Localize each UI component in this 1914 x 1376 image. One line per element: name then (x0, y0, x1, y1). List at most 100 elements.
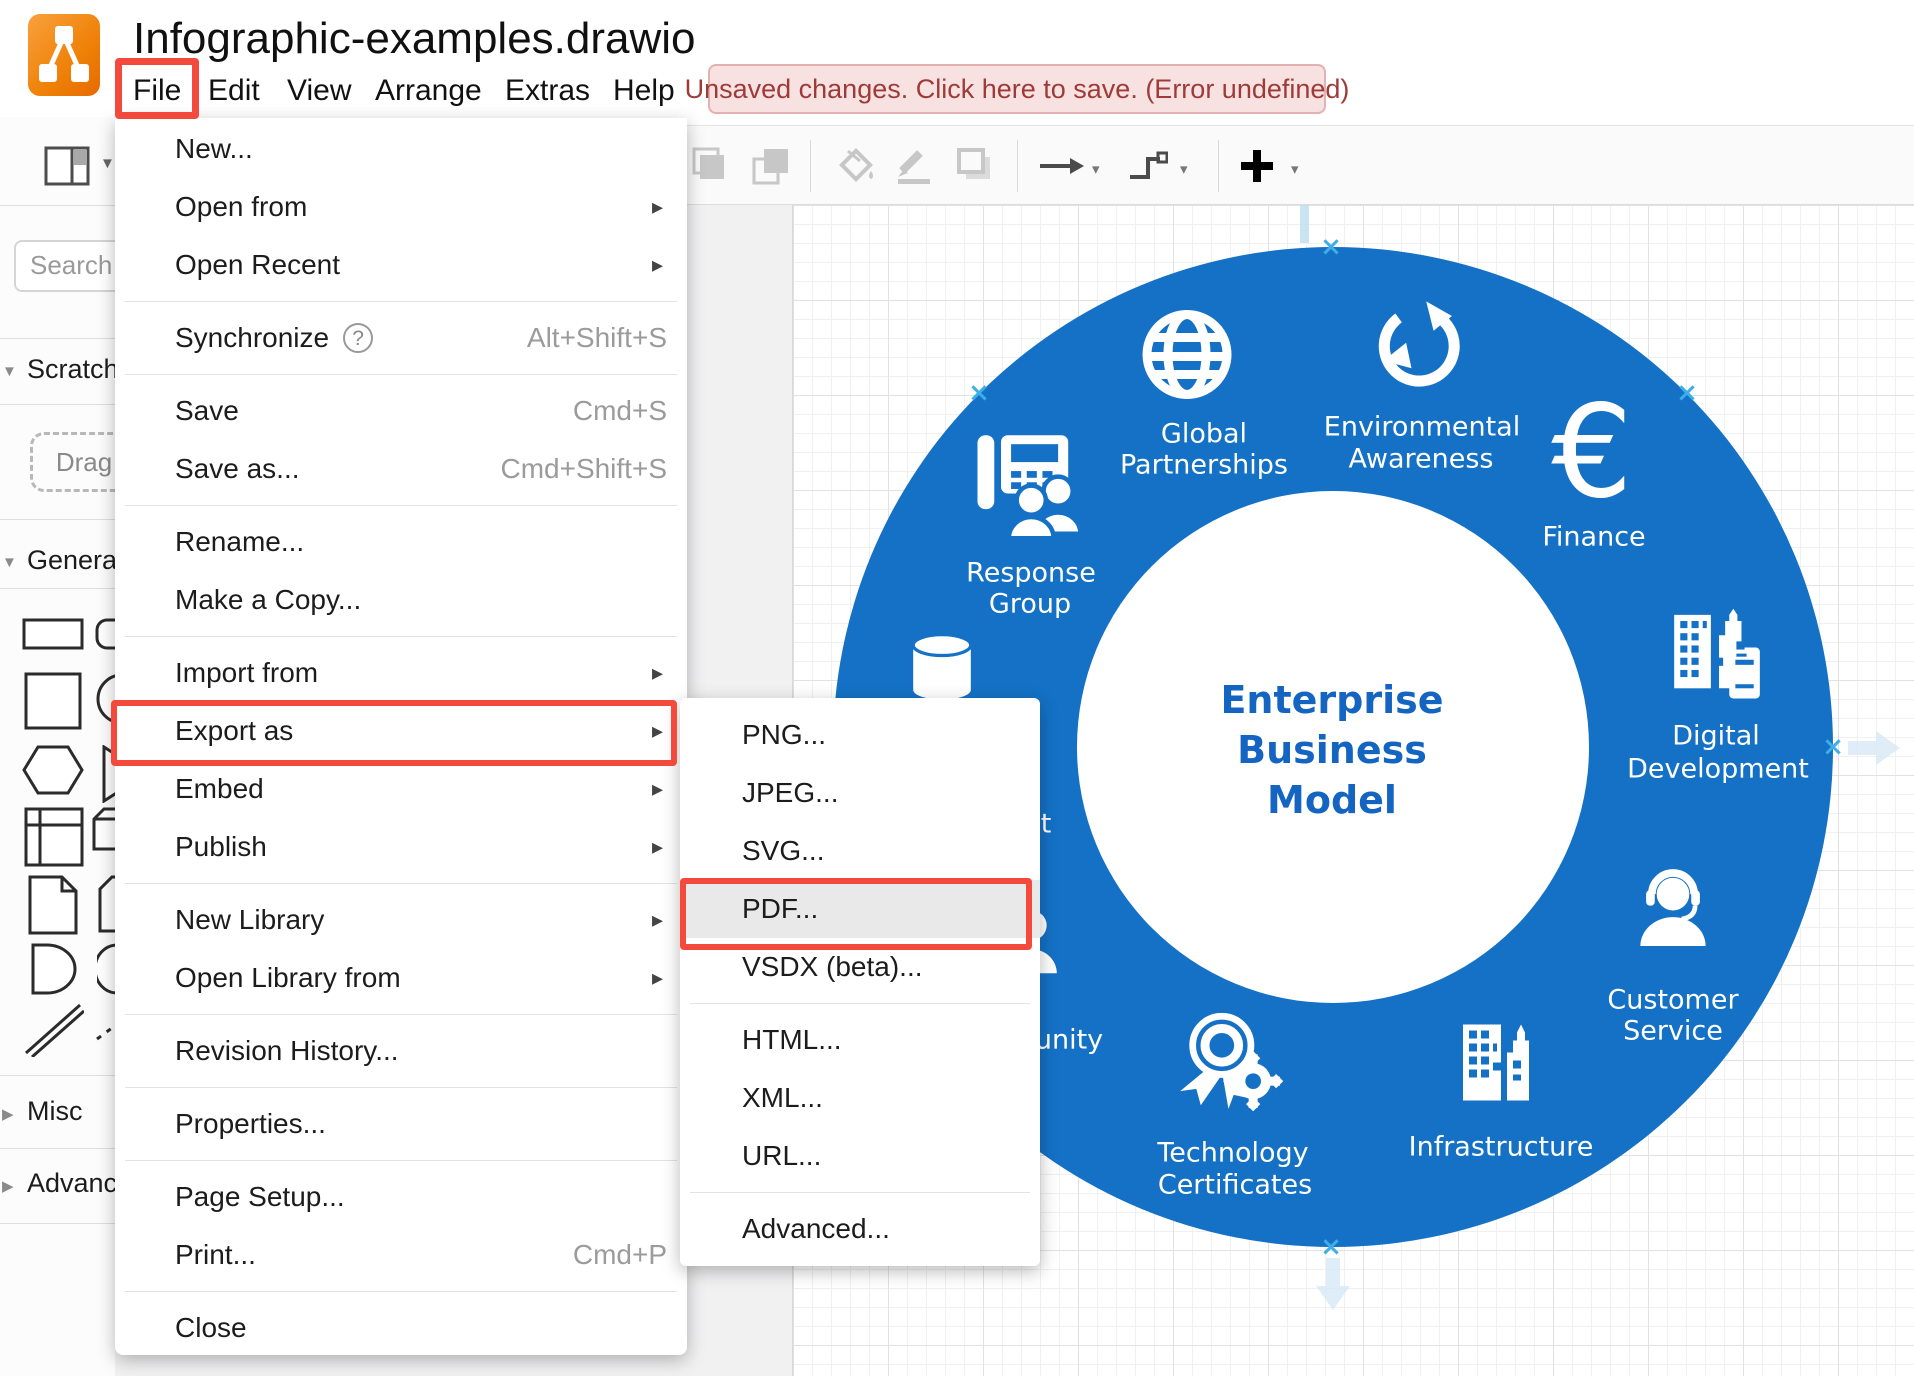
menubar-item-help[interactable]: Help (613, 74, 675, 108)
menu-item-label: Revision History... (175, 1035, 399, 1067)
menubar-item-arrange[interactable]: Arrange (375, 74, 482, 108)
menu-item-new[interactable]: New... (115, 120, 687, 178)
menu-separator (125, 1087, 677, 1088)
section-general[interactable]: General (27, 545, 115, 576)
menu-item-label: Print... (175, 1239, 256, 1271)
section-advanced[interactable]: Advanced (27, 1168, 115, 1199)
submenu-arrow-icon: ▸ (652, 718, 663, 744)
insert-icon[interactable] (1239, 126, 1275, 206)
shape-dashed-line[interactable] (95, 1001, 115, 1046)
shape-triangle[interactable] (100, 745, 115, 808)
chevron-down-icon[interactable]: ▾ (1092, 160, 1100, 178)
building-icon[interactable] (1449, 1011, 1549, 1116)
menu-item-pdf[interactable]: PDF... (680, 880, 1040, 938)
file-menu: New...Open from▸Open Recent▸ Synchronize?… (115, 118, 687, 1355)
connection-point-marker: × (1320, 232, 1342, 262)
fax-people-icon[interactable] (973, 429, 1085, 546)
shape-hexagon[interactable] (22, 745, 84, 800)
menu-item-export-as[interactable]: Export as▸ (115, 702, 687, 760)
menu-item-open-from[interactable]: Open from▸ (115, 178, 687, 236)
menu-item-advanced[interactable]: Advanced... (680, 1200, 1040, 1258)
waypoints-icon[interactable] (1128, 126, 1168, 206)
menubar-item-extras[interactable]: Extras (505, 74, 590, 108)
menubar-item-edit[interactable]: Edit (208, 74, 260, 108)
shape-rounded-left[interactable] (97, 943, 115, 1000)
menu-item-publish[interactable]: Publish▸ (115, 818, 687, 876)
shape-cube[interactable] (92, 807, 115, 856)
collapse-icon[interactable]: ▼ (2, 363, 17, 380)
menubar-item-file[interactable]: File (133, 74, 181, 108)
menu-item-embed[interactable]: Embed▸ (115, 760, 687, 818)
menu-item-label: Make a Copy... (175, 584, 361, 616)
menu-item-open-recent[interactable]: Open Recent▸ (115, 236, 687, 294)
menu-item-vsdx-beta[interactable]: VSDX (beta)... (680, 938, 1040, 996)
chevron-down-icon[interactable]: ▾ (1291, 160, 1299, 178)
shadow-icon[interactable] (956, 126, 994, 206)
menu-item-new-library[interactable]: New Library▸ (115, 891, 687, 949)
submenu-arrow-icon: ▸ (652, 252, 663, 278)
menu-item-png[interactable]: PNG... (680, 706, 1040, 764)
menu-item-page-setup[interactable]: Page Setup... (115, 1168, 687, 1226)
menu-item-shortcut: Cmd+P (573, 1239, 667, 1271)
menu-item-rename[interactable]: Rename... (115, 513, 687, 571)
scratchpad-dropzone[interactable]: Drag elements here (30, 432, 115, 492)
chevron-down-icon[interactable]: ▾ (1180, 160, 1188, 178)
menu-item-open-library-from[interactable]: Open Library from▸ (115, 949, 687, 1007)
menu-item-properties[interactable]: Properties... (115, 1095, 687, 1153)
shape-square[interactable] (24, 672, 82, 735)
shape-rounded-rectangle[interactable] (95, 618, 115, 655)
finance-label: Finance (1542, 522, 1645, 553)
toolbar-separator (1218, 140, 1219, 192)
format-panel-toggle-icon[interactable] (44, 146, 90, 191)
euro-icon[interactable]: € (1551, 389, 1632, 517)
menu-item-label: Properties... (175, 1108, 326, 1140)
menu-item-label: Save (175, 395, 239, 427)
menu-item-label: VSDX (beta)... (742, 951, 923, 983)
collapse-icon[interactable]: ▼ (2, 554, 17, 571)
search-shapes-input[interactable] (30, 242, 115, 288)
shape-diagonal-line[interactable] (22, 1001, 84, 1062)
certificate-gear-icon[interactable] (1177, 1010, 1289, 1127)
menu-item-close[interactable]: Close (115, 1299, 687, 1357)
menu-item-xml[interactable]: XML... (680, 1069, 1040, 1127)
submenu-arrow-icon: ▸ (652, 965, 663, 991)
shape-rectangle[interactable] (22, 618, 84, 655)
chevron-down-icon[interactable]: ▼ (100, 155, 115, 172)
menu-item-svg[interactable]: SVG... (680, 822, 1040, 880)
customer-service-label: Service (1623, 1016, 1723, 1047)
shape-table[interactable] (24, 807, 84, 872)
unsaved-changes-banner[interactable]: Unsaved changes. Click here to save. (Er… (708, 64, 1326, 114)
menubar-item-view[interactable]: View (287, 74, 351, 108)
shape-card[interactable] (98, 875, 115, 938)
headset-icon[interactable] (1625, 862, 1721, 963)
menu-item-html[interactable]: HTML... (680, 1011, 1040, 1069)
menu-item-label: Embed (175, 773, 264, 805)
menu-item-import-from[interactable]: Import from▸ (115, 644, 687, 702)
to-back-icon[interactable] (752, 126, 790, 206)
connection-arrow-icon[interactable] (1040, 126, 1084, 206)
line-color-icon[interactable] (894, 126, 934, 206)
expand-icon[interactable]: ▶ (2, 1105, 14, 1123)
menu-item-synchronize[interactable]: Synchronize?Alt+Shift+S (115, 309, 687, 367)
diagram-center-title[interactable]: EnterpriseBusinessModel (1220, 675, 1443, 825)
section-scratchpad[interactable]: Scratchpad (27, 354, 115, 385)
recycle-icon[interactable] (1371, 300, 1463, 397)
menu-item-revision-history[interactable]: Revision History... (115, 1022, 687, 1080)
menu-item-url[interactable]: URL... (680, 1127, 1040, 1185)
to-front-icon[interactable] (692, 126, 730, 206)
shape-circle[interactable] (95, 672, 115, 731)
shape-document[interactable] (28, 875, 78, 940)
expand-icon[interactable]: ▶ (2, 1177, 14, 1195)
buildings-icon[interactable] (1666, 597, 1768, 704)
menu-item-make-a-copy[interactable]: Make a Copy... (115, 571, 687, 629)
menu-item-save[interactable]: SaveCmd+S (115, 382, 687, 440)
menu-item-label: Publish (175, 831, 267, 863)
menu-item-jpeg[interactable]: JPEG... (680, 764, 1040, 822)
menu-item-save-as[interactable]: Save as...Cmd+Shift+S (115, 440, 687, 498)
globe-icon[interactable] (1137, 305, 1237, 410)
section-misc[interactable]: Misc (27, 1096, 83, 1127)
fill-color-icon[interactable] (838, 126, 878, 206)
shape-half-circle[interactable] (29, 943, 77, 1000)
menu-item-label: Rename... (175, 526, 304, 558)
menu-item-print[interactable]: Print... Cmd+P (115, 1226, 687, 1284)
